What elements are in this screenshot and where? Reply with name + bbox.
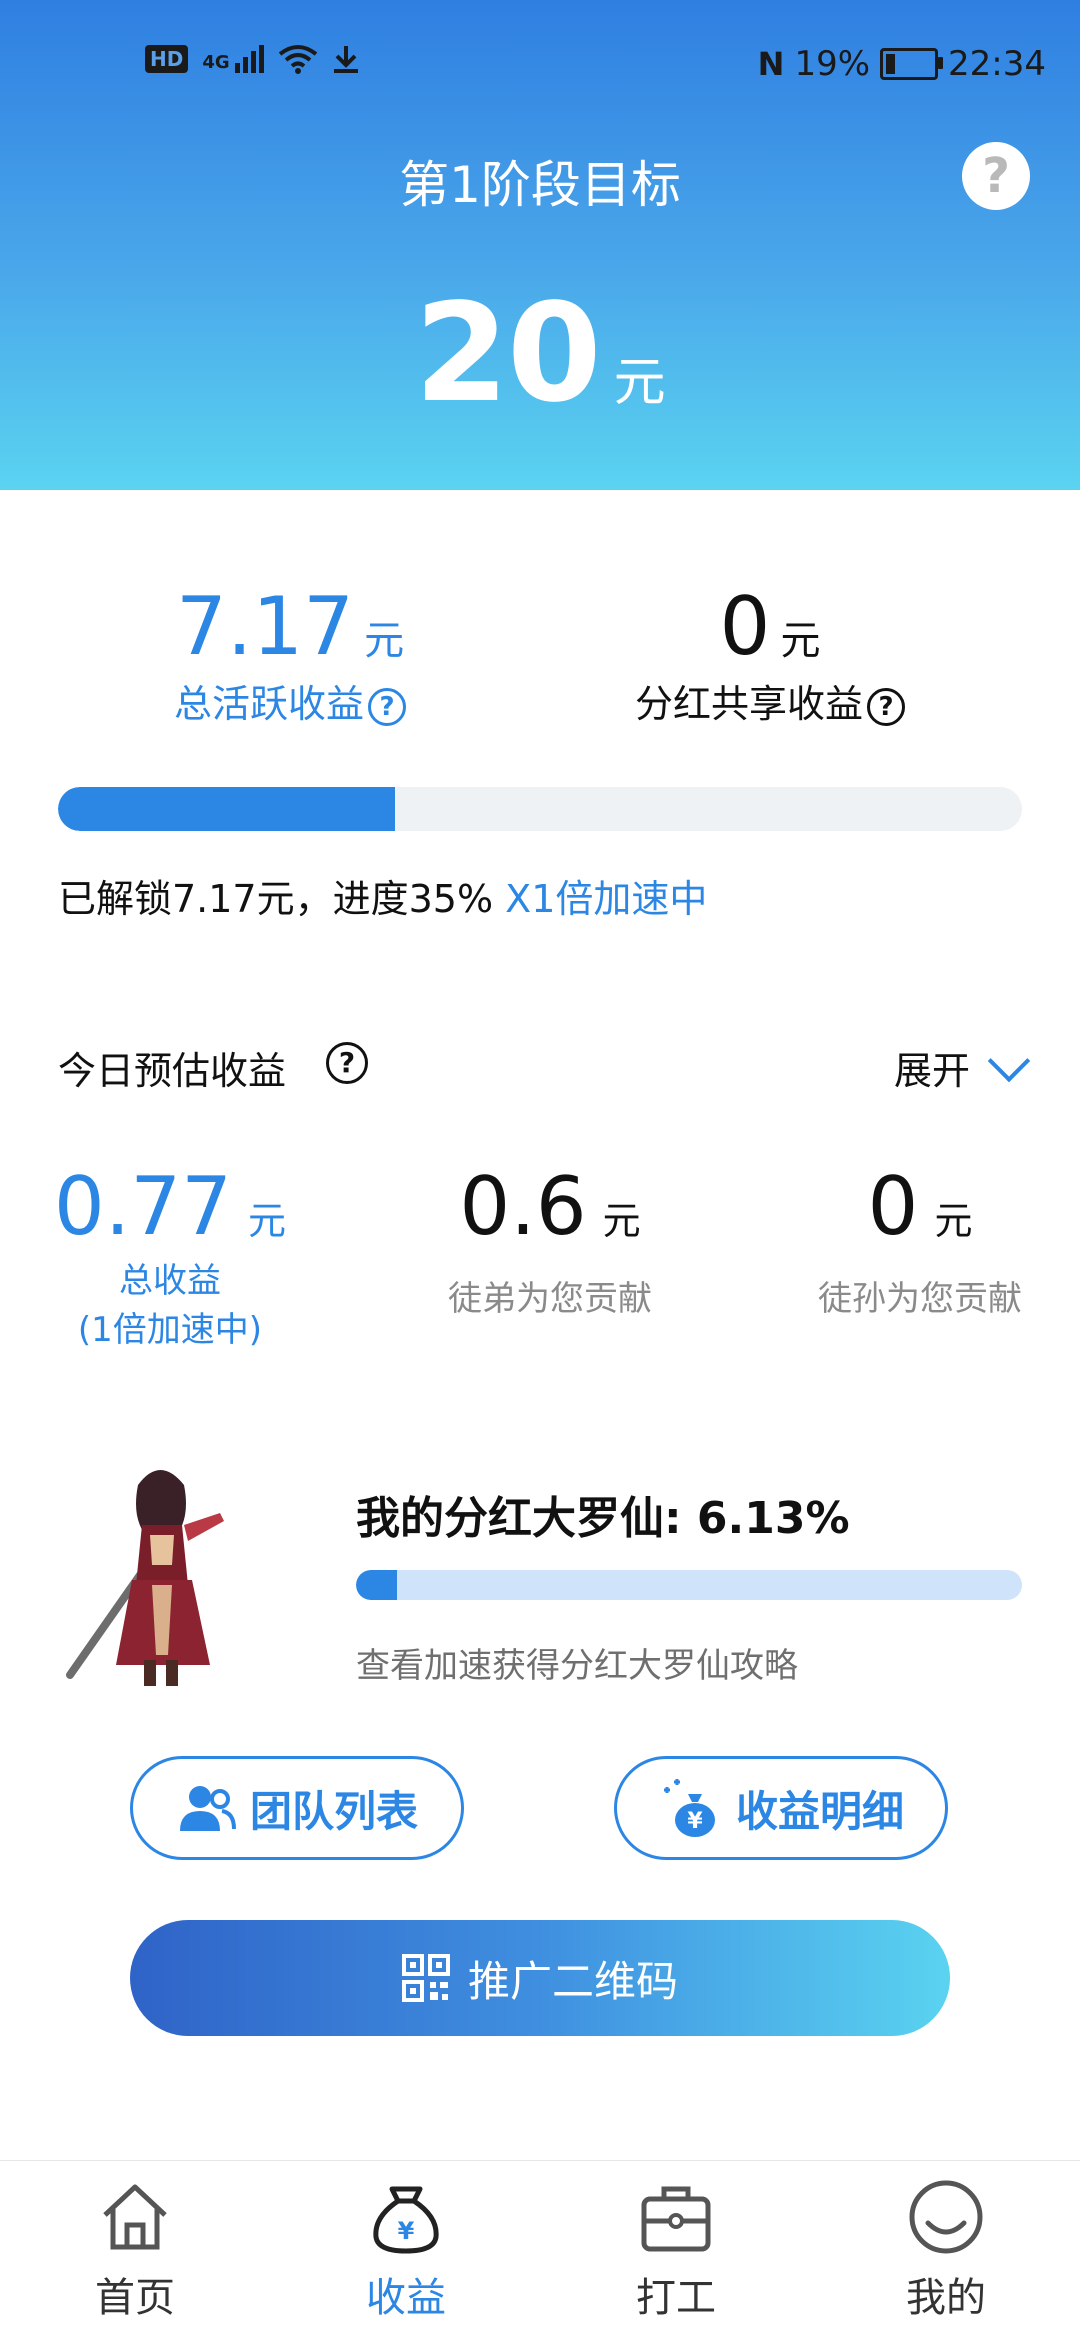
stage-title: 第1阶段目标 — [399, 156, 681, 214]
hd-badge: HD — [145, 45, 189, 73]
profile-icon — [909, 2180, 983, 2254]
apprentice-unit: 元 — [602, 1199, 641, 1243]
status-bar: HD 4G N 19% 22:34 — [0, 0, 1080, 130]
header: HD 4G N 19% 22:34 第1阶段目标 ? 20 元 — [0, 0, 1080, 490]
svg-text:¥: ¥ — [398, 2217, 415, 2245]
bottom-nav: 首页 ¥ 收益 打工 我的 — [0, 2160, 1080, 2341]
today-apprentice: 0.6 元 徒弟为您贡献 — [420, 1160, 680, 1320]
stage-progress-bar — [58, 787, 1022, 831]
dividend-share-label-row[interactable]: 分红共享收益? — [600, 673, 940, 728]
unlock-text: 已解锁7.17元，进度35% — [58, 877, 494, 921]
today-total-sub: (1倍加速中) — [77, 1310, 263, 1350]
stage-progress-fill — [58, 787, 396, 831]
total-active-value: 7.17 — [175, 580, 355, 673]
promo-qr-button[interactable]: 推广二维码 — [130, 1920, 950, 2036]
question-icon[interactable]: ? — [368, 687, 406, 726]
dividend-share-value: 0 — [719, 580, 771, 673]
nav-item-income[interactable]: ¥ 收益 — [326, 2177, 486, 2323]
apprentice-label: 徒弟为您贡献 — [448, 1279, 652, 1319]
income-detail-button[interactable]: ¥ 收益明细 — [614, 1756, 948, 1860]
money-bag-icon: ¥ — [373, 2186, 439, 2254]
wifi-icon — [278, 45, 317, 74]
question-icon[interactable]: ? — [867, 687, 905, 726]
today-question-icon[interactable]: ? — [326, 1042, 368, 1084]
dividend-share-unit: 元 — [780, 618, 821, 664]
battery-icon — [880, 48, 944, 80]
total-active-label-row[interactable]: 总活跃收益? — [120, 673, 460, 728]
home-icon — [103, 2184, 167, 2250]
total-active-income: 7.17 元 总活跃收益? — [120, 580, 460, 728]
grand-apprentice-value: 0 — [867, 1160, 919, 1253]
today-total-unit: 元 — [248, 1199, 287, 1243]
dividend-guide-link[interactable]: 查看加速获得分红大罗仙攻略 — [356, 1638, 798, 1687]
money-bag-icon: ¥ — [663, 1779, 715, 1837]
speed-text: X1倍加速中 — [505, 877, 708, 921]
today-total-value: 0.77 — [53, 1160, 233, 1253]
target-unit: 元 — [613, 353, 666, 413]
today-grand-apprentice: 0元 徒孙为您贡献 — [790, 1160, 1050, 1320]
team-list-label: 团队列表 — [249, 1786, 418, 1836]
status-left: HD 4G — [145, 44, 360, 74]
dividend-share-label: 分红共享收益 — [634, 682, 863, 726]
battery-percent: 19% — [794, 44, 871, 84]
today-total: 0.77 元 总收益 (1倍加速中) — [40, 1160, 300, 1351]
nav-item-mine[interactable]: 我的 — [866, 2177, 1026, 2323]
qr-code-icon — [401, 1954, 450, 2002]
unlock-line: 已解锁7.17元，进度35% X1倍加速中 — [58, 868, 707, 923]
nav-label-income: 收益 — [366, 2275, 446, 2321]
warrior-character-image — [66, 1470, 224, 1686]
status-right: N 19% 22:34 — [758, 44, 1046, 84]
nav-label-work: 打工 — [636, 2275, 716, 2321]
dividend-progress-bar — [356, 1570, 1022, 1600]
total-active-unit: 元 — [364, 618, 405, 664]
briefcase-icon — [641, 2186, 711, 2252]
signal-icon: 4G — [202, 45, 264, 73]
grand-apprentice-unit: 元 — [934, 1199, 973, 1243]
target-value: 20 — [414, 275, 601, 433]
apprentice-value: 0.6 — [459, 1160, 587, 1253]
team-list-button[interactable]: 团队列表 — [130, 1756, 464, 1860]
chevron-down-icon — [987, 1039, 1031, 1082]
today-title: 今日预估收益 — [58, 1049, 287, 1093]
question-circle-icon[interactable]: ? — [962, 142, 1030, 210]
target-amount: 20 元 — [0, 275, 1080, 433]
promo-qr-label: 推广二维码 — [467, 1956, 678, 2006]
today-total-label: 总收益 — [119, 1261, 221, 1301]
expand-button[interactable]: 展开 — [893, 1039, 1031, 1095]
clock: 22:34 — [948, 44, 1046, 84]
nav-label-home: 首页 — [95, 2275, 175, 2321]
nav-item-home[interactable]: 首页 — [55, 2177, 215, 2323]
dividend-progress-fill — [356, 1570, 397, 1600]
download-icon — [333, 46, 358, 73]
income-detail-label: 收益明细 — [735, 1786, 904, 1836]
network-label: 4G — [202, 52, 230, 73]
expand-label: 展开 — [893, 1049, 970, 1093]
dividend-share-income: 0元 分红共享收益? — [600, 580, 940, 728]
grand-apprentice-label: 徒孙为您贡献 — [818, 1279, 1022, 1319]
nav-label-mine: 我的 — [906, 2275, 986, 2321]
nfc-icon: N — [757, 45, 785, 83]
team-icon — [179, 1786, 236, 1831]
svg-text:¥: ¥ — [687, 1809, 703, 1834]
nav-item-work[interactable]: 打工 — [596, 2177, 756, 2323]
total-active-label: 总活跃收益 — [173, 682, 364, 726]
dividend-title: 我的分红大罗仙: 6.13% — [356, 1493, 850, 1544]
